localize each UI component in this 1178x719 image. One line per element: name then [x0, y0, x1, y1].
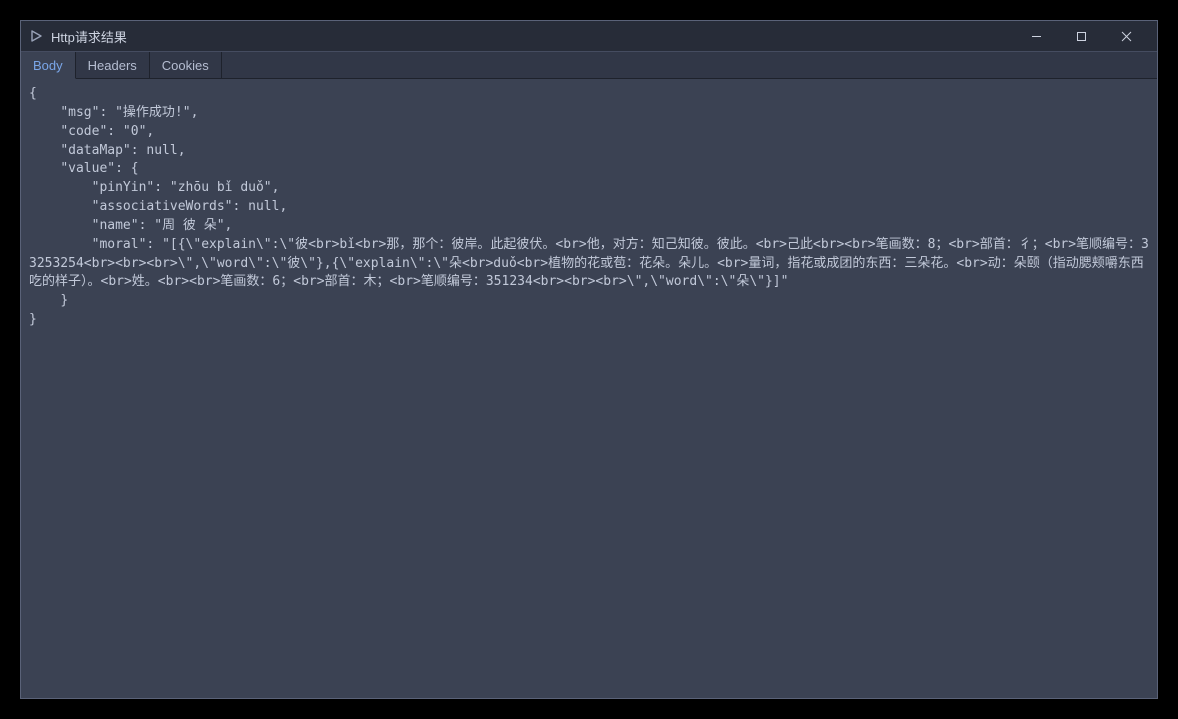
window-title: Http请求结果 [51, 27, 127, 46]
tab-bar: Body Headers Cookies [21, 51, 1157, 79]
http-result-window: Http请求结果 Body Headers Cookies { "msg": "… [20, 20, 1158, 699]
response-body-viewer[interactable]: { "msg": "操作成功!", "code": "0", "dataMap"… [21, 79, 1157, 698]
tab-headers[interactable]: Headers [76, 52, 150, 78]
maximize-button[interactable] [1059, 21, 1104, 51]
minimize-button[interactable] [1014, 21, 1059, 51]
window-titlebar[interactable]: Http请求结果 [21, 21, 1157, 51]
close-button[interactable] [1104, 21, 1149, 51]
tab-cookies[interactable]: Cookies [150, 52, 222, 78]
tab-body[interactable]: Body [21, 52, 76, 79]
play-icon [29, 29, 43, 43]
